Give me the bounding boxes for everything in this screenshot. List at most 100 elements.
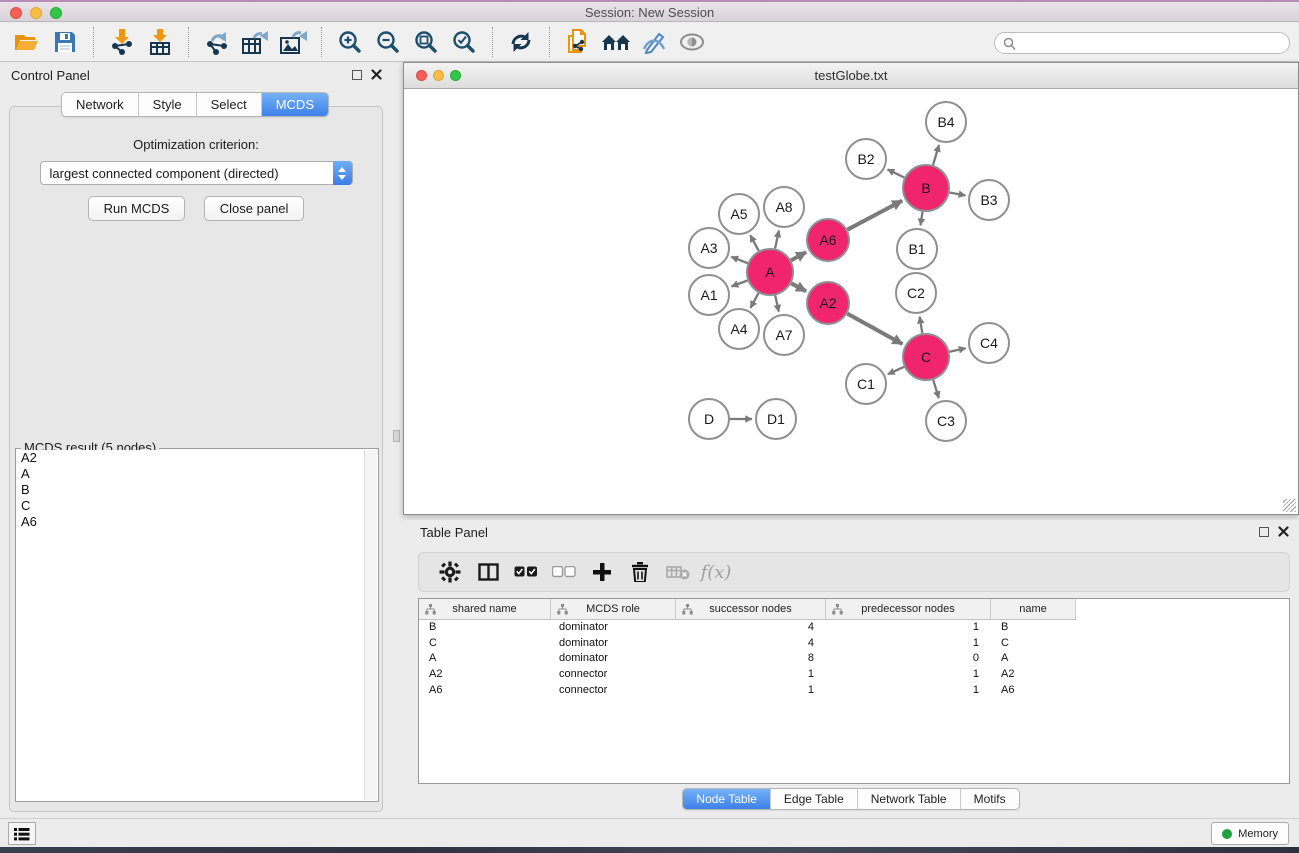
graph-node-label-C1: C1 — [857, 376, 875, 392]
table-row[interactable]: A6 connector 1 1 A6 — [419, 683, 1289, 699]
graph-edge-A-A6[interactable] — [791, 252, 806, 260]
split-panel-icon[interactable] — [471, 557, 505, 587]
float-table-panel-icon[interactable] — [1259, 527, 1269, 537]
graph-edge-A2-C[interactable] — [847, 314, 902, 344]
control-panel-tab-group: Network Style Select MCDS — [61, 92, 329, 117]
table-row[interactable]: C dominator 4 1 C — [419, 636, 1289, 652]
search-field[interactable] — [994, 32, 1290, 54]
window-title: Session: New Session — [0, 5, 1299, 20]
graph-edge-A-A5[interactable] — [750, 235, 758, 251]
column-header-name[interactable]: name — [991, 599, 1076, 620]
column-header-mcds-role[interactable]: MCDS role — [551, 599, 676, 620]
zoom-out-icon[interactable] — [372, 26, 404, 58]
control-panel-title: Control Panel — [11, 68, 90, 83]
graph-edge-A-A1[interactable] — [732, 281, 748, 287]
graph-edge-C-C4[interactable] — [949, 348, 965, 352]
graph-edge-C-C1[interactable] — [888, 367, 904, 374]
tab-edge-table[interactable]: Edge Table — [770, 789, 857, 809]
apply-layout-icon[interactable] — [505, 26, 537, 58]
export-image-icon[interactable] — [277, 26, 309, 58]
float-panel-icon[interactable] — [352, 70, 362, 80]
task-list-icon — [14, 827, 30, 841]
column-header-predecessor-nodes[interactable]: predecessor nodes — [826, 599, 991, 620]
tab-style[interactable]: Style — [138, 93, 196, 116]
optimization-criterion-select[interactable]: largest connected component (directed) — [40, 161, 353, 185]
network-window-titlebar[interactable]: testGlobe.txt — [404, 63, 1298, 89]
graph-node-label-A5: A5 — [730, 206, 747, 222]
settings-gear-icon[interactable] — [433, 557, 467, 587]
column-header-shared-name[interactable]: shared name — [419, 599, 551, 620]
mcds-result-item[interactable]: C — [17, 498, 364, 514]
open-session-icon[interactable] — [11, 26, 43, 58]
save-session-icon[interactable] — [49, 26, 81, 58]
graph-edge-B-B4[interactable] — [933, 145, 939, 165]
main-toolbar — [0, 23, 1299, 62]
tab-network[interactable]: Network — [62, 93, 138, 116]
network-canvas[interactable]: AA1A2A3A4A5A6A7A8BB1B2B3B4CC1C2C3C4DD1 — [404, 90, 1298, 514]
delete-column-icon[interactable] — [623, 557, 657, 587]
select-all-checkboxes-icon[interactable] — [509, 557, 543, 587]
function-builder-icon[interactable]: f(x) — [699, 557, 733, 587]
home-icon[interactable] — [600, 26, 632, 58]
zoom-fit-icon[interactable] — [410, 26, 442, 58]
task-history-button[interactable] — [8, 822, 36, 845]
graph-node-label-A: A — [765, 264, 775, 280]
graph-edge-B-B3[interactable] — [950, 193, 966, 196]
graph-edge-A-A2[interactable] — [791, 283, 806, 291]
close-panel-button[interactable]: Close panel — [204, 196, 305, 221]
import-network-icon[interactable] — [106, 26, 138, 58]
tab-motifs[interactable]: Motifs — [960, 789, 1019, 809]
run-mcds-button[interactable]: Run MCDS — [88, 196, 186, 221]
table-row[interactable]: B dominator 4 1 B — [419, 620, 1289, 636]
graph-edge-A-A4[interactable] — [751, 293, 759, 308]
graph-edge-B-B2[interactable] — [888, 169, 905, 177]
graph-edge-C-C3[interactable] — [933, 380, 939, 398]
export-network-icon[interactable] — [201, 26, 233, 58]
graph-edge-A-A3[interactable] — [731, 257, 747, 263]
table-toolbar: f(x) — [418, 552, 1290, 592]
tab-mcds[interactable]: MCDS — [261, 93, 328, 116]
graph-edge-A-A8[interactable] — [775, 231, 779, 249]
graph-edge-A-A7[interactable] — [775, 295, 779, 311]
column-header-successor-nodes[interactable]: successor nodes — [676, 599, 826, 620]
toolbar-separator — [93, 27, 94, 57]
main-titlebar: Session: New Session — [0, 0, 1299, 22]
zoom-selected-icon[interactable] — [448, 26, 480, 58]
split-divider-grip[interactable] — [393, 430, 400, 442]
close-panel-icon[interactable] — [371, 69, 382, 80]
zoom-in-icon[interactable] — [334, 26, 366, 58]
tab-select[interactable]: Select — [196, 93, 261, 116]
add-column-icon[interactable] — [585, 557, 619, 587]
tab-network-table[interactable]: Network Table — [857, 789, 960, 809]
window-resize-grip[interactable] — [1283, 499, 1296, 512]
memory-button[interactable]: Memory — [1211, 822, 1289, 845]
mcds-result-item[interactable]: A6 — [17, 514, 364, 530]
mcds-result-item[interactable]: A — [17, 466, 364, 482]
mcds-result-item[interactable]: B — [17, 482, 364, 498]
graph-edge-A6-B[interactable] — [847, 201, 902, 230]
control-panel: Control Panel Network Style Select MCDS … — [0, 62, 390, 818]
graph-edge-B-B1[interactable] — [921, 212, 923, 226]
mcds-result-item[interactable]: A2 — [17, 450, 364, 466]
graph-node-label-A8: A8 — [775, 199, 792, 215]
shared-column-icon — [832, 604, 843, 615]
table-row[interactable]: A2 connector 1 1 A2 — [419, 667, 1289, 683]
mcds-result-group: MCDS result (5 nodes) A2 A B C A6 — [15, 448, 379, 802]
search-input[interactable] — [1021, 34, 1281, 52]
graph-node-label-B4: B4 — [937, 114, 954, 130]
tab-node-table[interactable]: Node Table — [683, 789, 770, 809]
delete-table-icon[interactable] — [661, 557, 695, 587]
import-table-icon[interactable] — [144, 26, 176, 58]
hide-graphics-details-icon[interactable] — [638, 26, 670, 58]
table-row[interactable]: A dominator 8 0 A — [419, 651, 1289, 667]
show-graphics-details-icon[interactable] — [676, 26, 708, 58]
network-from-selection-icon[interactable] — [562, 26, 594, 58]
export-table-icon[interactable] — [239, 26, 271, 58]
close-table-panel-icon[interactable] — [1278, 526, 1289, 537]
graph-node-label-A6: A6 — [819, 232, 836, 248]
deselect-all-checkboxes-icon[interactable] — [547, 557, 581, 587]
result-list-scrollbar[interactable] — [364, 450, 377, 800]
graph-edge-C-C2[interactable] — [920, 317, 923, 334]
shared-column-icon — [557, 604, 568, 615]
shared-column-icon — [425, 604, 436, 615]
